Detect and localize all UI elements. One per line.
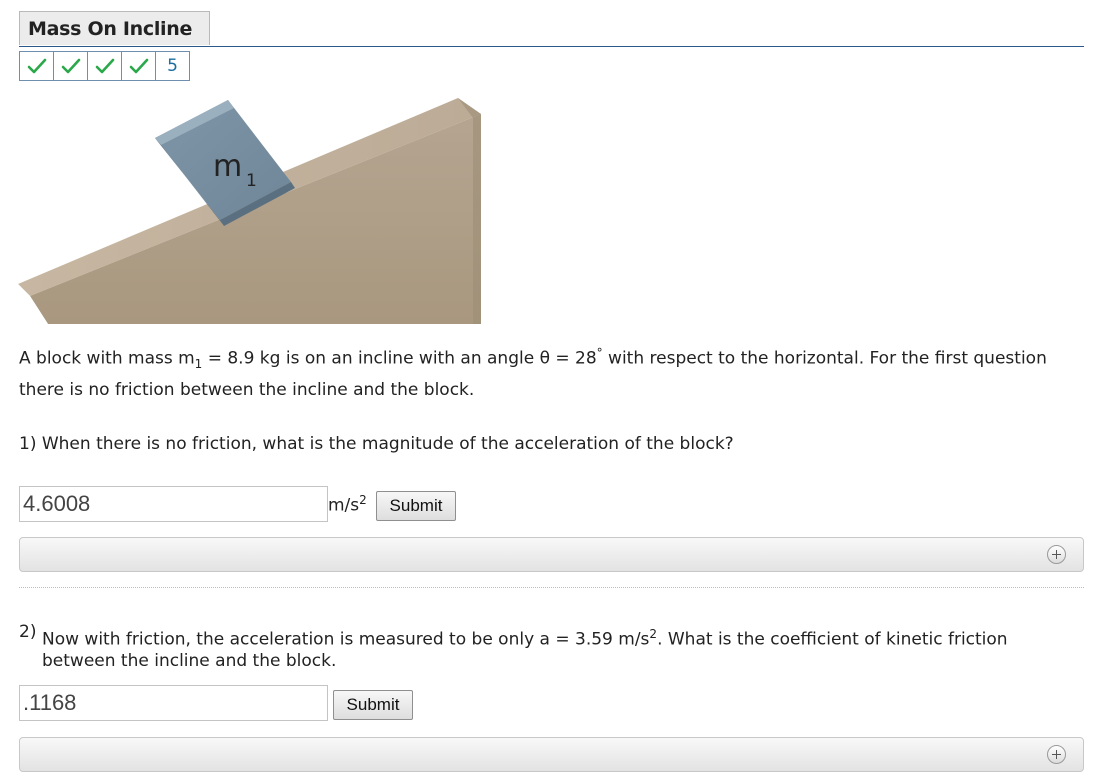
attempt-4 xyxy=(121,51,156,81)
submit-button-2[interactable]: Submit xyxy=(333,690,413,720)
question-1-text: 1) When there is no friction, what is th… xyxy=(19,434,734,454)
title-underline xyxy=(19,46,1084,47)
check-icon xyxy=(61,58,80,74)
block-label: m xyxy=(213,149,242,184)
question-2-number: 2) xyxy=(19,622,37,642)
answer-2-input[interactable]: .1168 xyxy=(19,685,328,721)
help-panel-2[interactable] xyxy=(19,737,1084,772)
check-icon xyxy=(95,58,114,74)
incline-diagram: m 1 xyxy=(18,98,481,324)
help-panel-1[interactable] xyxy=(19,537,1084,572)
attempt-tracker: 5 xyxy=(19,51,190,81)
submit-button-1[interactable]: Submit xyxy=(376,491,456,521)
answer-1-unit: m/s2 xyxy=(328,493,367,516)
expand-plus-icon[interactable] xyxy=(1047,545,1066,564)
check-icon xyxy=(129,58,148,74)
attempt-1 xyxy=(19,51,54,81)
attempt-3 xyxy=(87,51,122,81)
answer-1-input[interactable]: 4.6008 xyxy=(19,486,328,522)
expand-plus-icon[interactable] xyxy=(1047,745,1066,764)
check-icon xyxy=(27,58,46,74)
section-divider xyxy=(19,587,1084,588)
attempts-remaining: 5 xyxy=(155,51,190,81)
problem-title: Mass On Incline 2 xyxy=(19,11,210,74)
problem-statement: A block with mass m1 = 8.9 kg is on an i… xyxy=(19,346,1047,401)
attempt-2 xyxy=(53,51,88,81)
question-2-text: Now with friction, the acceleration is m… xyxy=(42,627,1008,671)
block-label-subscript: 1 xyxy=(246,171,257,191)
